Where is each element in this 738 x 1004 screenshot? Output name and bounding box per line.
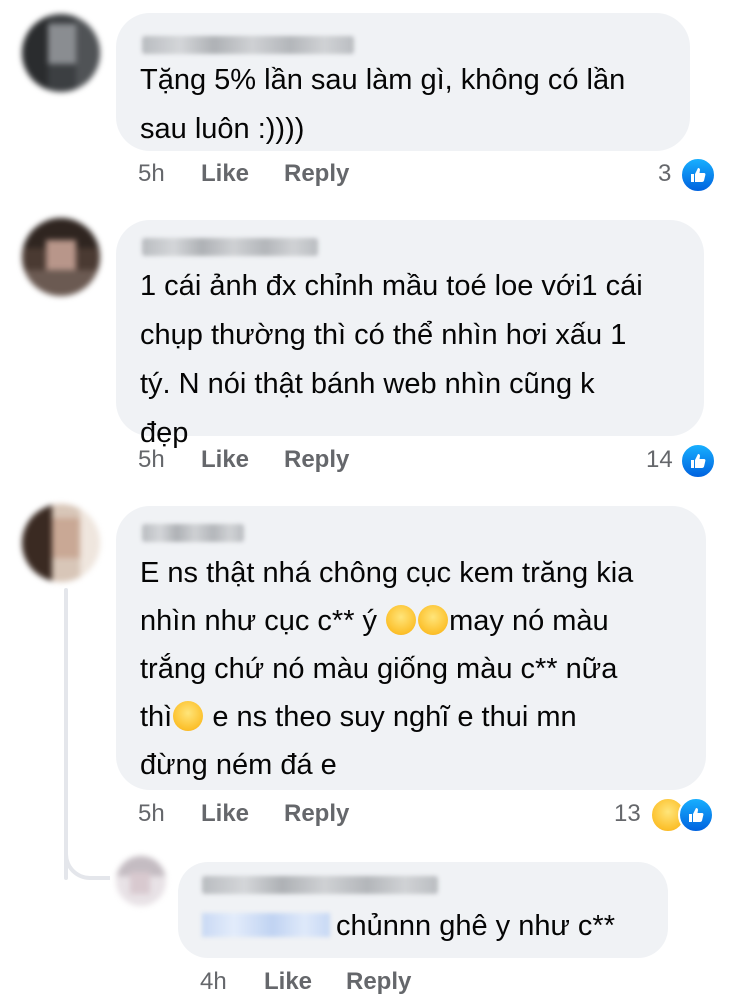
reaction-count: 3: [658, 160, 672, 187]
comment-actions: 5h Like Reply: [138, 160, 438, 196]
reaction-count: 13: [614, 800, 641, 827]
comment-author[interactable]: [142, 238, 318, 256]
reply-button[interactable]: Reply: [346, 968, 411, 996]
comment-text: E ns thật nhá chông cục kem trăng kia nh…: [140, 557, 634, 781]
reaction-summary[interactable]: 14: [646, 443, 720, 482]
comment-author[interactable]: [142, 524, 244, 542]
comment-time[interactable]: 4h: [200, 968, 227, 996]
comment-actions: 5h Like Reply: [138, 800, 438, 836]
avatar[interactable]: [22, 218, 100, 296]
comment-text: chủnnn ghê y như c**: [202, 906, 615, 946]
comment-author[interactable]: [202, 876, 438, 894]
comment-time[interactable]: 5h: [138, 160, 165, 188]
like-icon: [680, 157, 716, 193]
avatar[interactable]: [22, 14, 100, 92]
like-button[interactable]: Like: [201, 446, 249, 474]
like-icon: [678, 797, 714, 833]
comment-time[interactable]: 5h: [138, 446, 165, 474]
reaction-count: 14: [646, 446, 673, 473]
avatar[interactable]: [22, 504, 100, 582]
reply-button[interactable]: Reply: [284, 160, 349, 188]
like-button[interactable]: Like: [201, 800, 249, 828]
avatar[interactable]: [116, 856, 166, 906]
reaction-summary[interactable]: 13: [614, 797, 724, 836]
sweat-smile-emoji: [173, 701, 204, 731]
like-icon: [680, 443, 716, 479]
mention-tag[interactable]: [202, 913, 330, 937]
comment-author[interactable]: [142, 36, 354, 54]
thread-connector: [64, 830, 110, 880]
reply-button[interactable]: Reply: [284, 800, 349, 828]
like-button[interactable]: Like: [201, 160, 249, 188]
reaction-summary[interactable]: 3: [656, 157, 720, 196]
comment-text: 1 cái ảnh đx chỉnh mầu toé loe với1 cái …: [140, 270, 643, 449]
comment-actions: 4h Like Reply: [200, 968, 500, 1004]
laughing-tears-emoji: [386, 605, 417, 635]
comment-text: Tặng 5% lần sau làm gì, không có lần sau…: [140, 64, 626, 145]
reply-button[interactable]: Reply: [284, 446, 349, 474]
laughing-tears-emoji: [418, 605, 449, 635]
comment-actions: 5h Like Reply: [138, 446, 438, 482]
comment-time[interactable]: 5h: [138, 800, 165, 828]
like-button[interactable]: Like: [264, 968, 312, 996]
